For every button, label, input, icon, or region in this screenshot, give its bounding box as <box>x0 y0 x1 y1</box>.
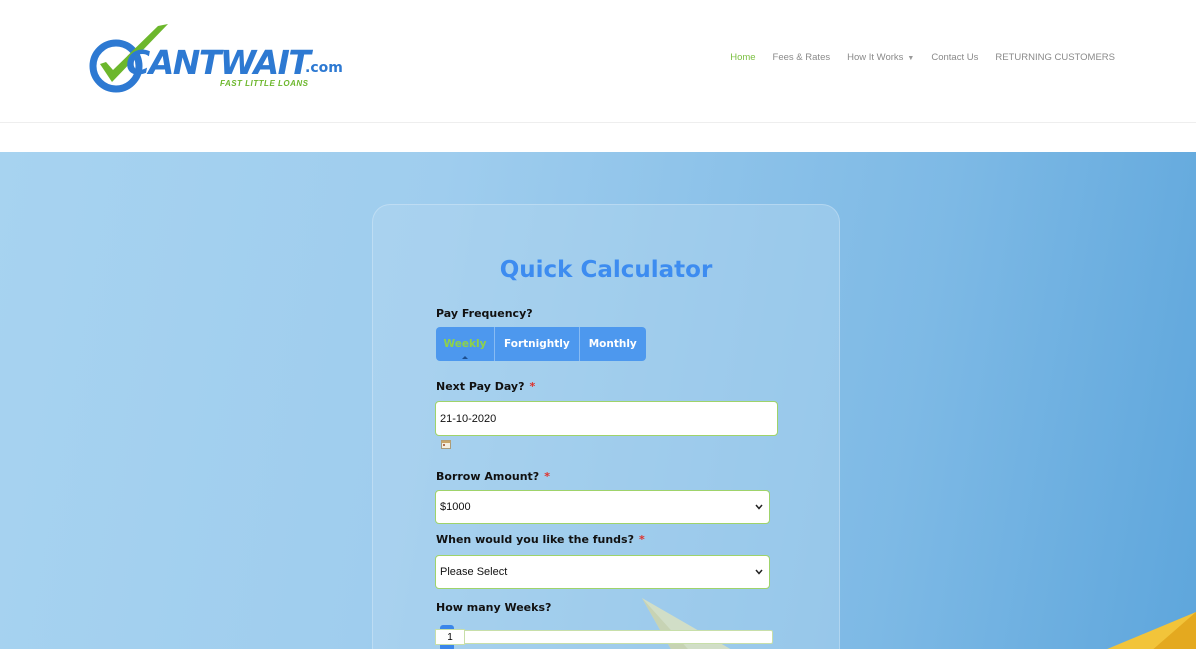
site-header: CANTWAIT .com FAST LITTLE LOANS Home Fee… <box>0 0 1196 123</box>
borrow-amount-label-text: Borrow Amount? <box>436 470 540 483</box>
borrow-amount-label: Borrow Amount? * <box>436 470 550 483</box>
nav-how-it-works-label: How It Works <box>847 52 904 63</box>
next-pay-day-label-text: Next Pay Day? <box>436 380 525 393</box>
funds-timing-value: Please Select <box>440 566 508 578</box>
calendar-icon[interactable] <box>441 439 451 449</box>
logo-tagline: FAST LITTLE LOANS <box>220 79 309 88</box>
borrow-amount-value: $1000 <box>440 501 471 513</box>
chevron-down-icon <box>755 504 763 510</box>
borrow-amount-select[interactable]: $1000 <box>435 490 770 524</box>
pay-frequency-fortnightly[interactable]: Fortnightly <box>495 327 580 361</box>
logo-domain-suffix: .com <box>305 60 343 76</box>
required-asterisk: * <box>529 380 536 393</box>
quick-calculator-card: Quick Calculator Pay Frequency? Weekly F… <box>372 204 840 649</box>
caret-down-icon: ▼ <box>907 55 915 62</box>
site-logo[interactable]: CANTWAIT .com FAST LITTLE LOANS <box>86 20 356 100</box>
calculator-title: Quick Calculator <box>499 257 713 283</box>
funds-timing-select[interactable]: Please Select <box>435 555 770 589</box>
next-pay-day-input[interactable]: 21-10-2020 <box>435 401 778 436</box>
weeks-value[interactable]: 1 <box>435 629 465 645</box>
chevron-down-icon <box>755 569 763 575</box>
nav-returning-customers[interactable]: RETURNING CUSTOMERS <box>995 52 1115 63</box>
pay-frequency-label: Pay Frequency? <box>436 307 533 320</box>
pay-frequency-monthly[interactable]: Monthly <box>579 327 646 361</box>
nav-fees-rates[interactable]: Fees & Rates <box>773 52 831 63</box>
nav-contact-us[interactable]: Contact Us <box>931 52 978 63</box>
pay-frequency-weekly[interactable]: Weekly <box>436 327 495 361</box>
funds-timing-label: When would you like the funds? * <box>436 533 645 546</box>
paper-plane-icon <box>1107 612 1196 649</box>
nav-how-it-works[interactable]: How It Works ▼ <box>847 52 914 63</box>
hero-section: Quick Calculator Pay Frequency? Weekly F… <box>0 152 1196 649</box>
next-pay-day-label: Next Pay Day? * <box>436 380 535 393</box>
pay-frequency-toggle: Weekly Fortnightly Monthly <box>436 327 646 361</box>
weeks-label: How many Weeks? <box>436 601 552 614</box>
logo-wordmark: CANTWAIT <box>126 43 311 82</box>
weeks-slider-track[interactable] <box>437 630 773 644</box>
required-asterisk: * <box>638 533 645 546</box>
funds-timing-label-text: When would you like the funds? <box>436 533 634 546</box>
nav-home[interactable]: Home <box>730 52 755 63</box>
main-nav: Home Fees & Rates How It Works ▼ Contact … <box>730 52 1115 63</box>
required-asterisk: * <box>544 470 550 483</box>
